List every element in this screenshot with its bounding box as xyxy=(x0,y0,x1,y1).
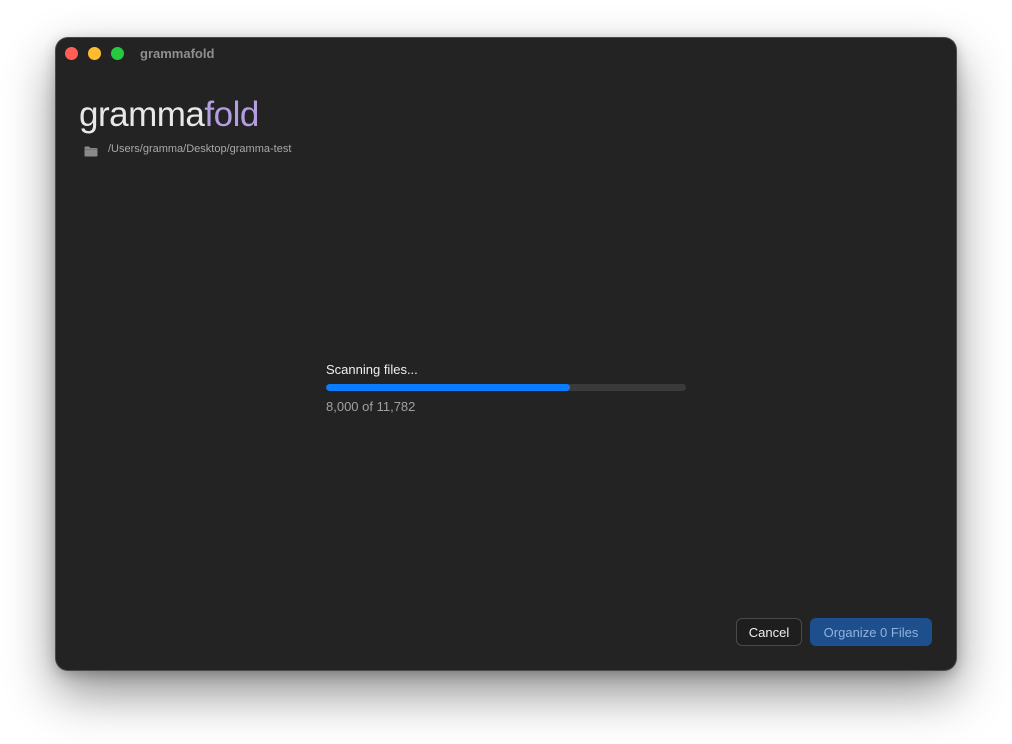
scan-progress: Scanning files... 8,000 of 11,782 xyxy=(326,362,686,415)
organize-files-button[interactable]: Organize 0 Files xyxy=(810,618,932,646)
cancel-button[interactable]: Cancel xyxy=(736,618,802,646)
zoom-window-button[interactable] xyxy=(111,47,124,60)
folder-icon xyxy=(84,144,98,156)
folder-path: /Users/gramma/Desktop/gramma-test xyxy=(108,143,292,155)
progress-count: 8,000 of 11,782 xyxy=(326,399,416,414)
app-window: grammafold grammafold /Users/gramma/Desk… xyxy=(56,38,956,670)
progress-label: Scanning files... xyxy=(326,362,418,377)
folder-path-row: /Users/gramma/Desktop/gramma-test xyxy=(84,142,291,156)
progress-bar xyxy=(326,384,686,391)
logo-part-fold: fold xyxy=(204,95,259,134)
progress-bar-fill xyxy=(326,384,571,391)
minimize-window-button[interactable] xyxy=(88,47,101,60)
logo-part-gramma: gramma xyxy=(79,95,205,134)
window-title: grammafold xyxy=(140,46,215,61)
close-window-button[interactable] xyxy=(65,47,78,60)
titlebar: grammafold xyxy=(56,38,956,70)
app-logo: grammafold xyxy=(79,94,259,136)
